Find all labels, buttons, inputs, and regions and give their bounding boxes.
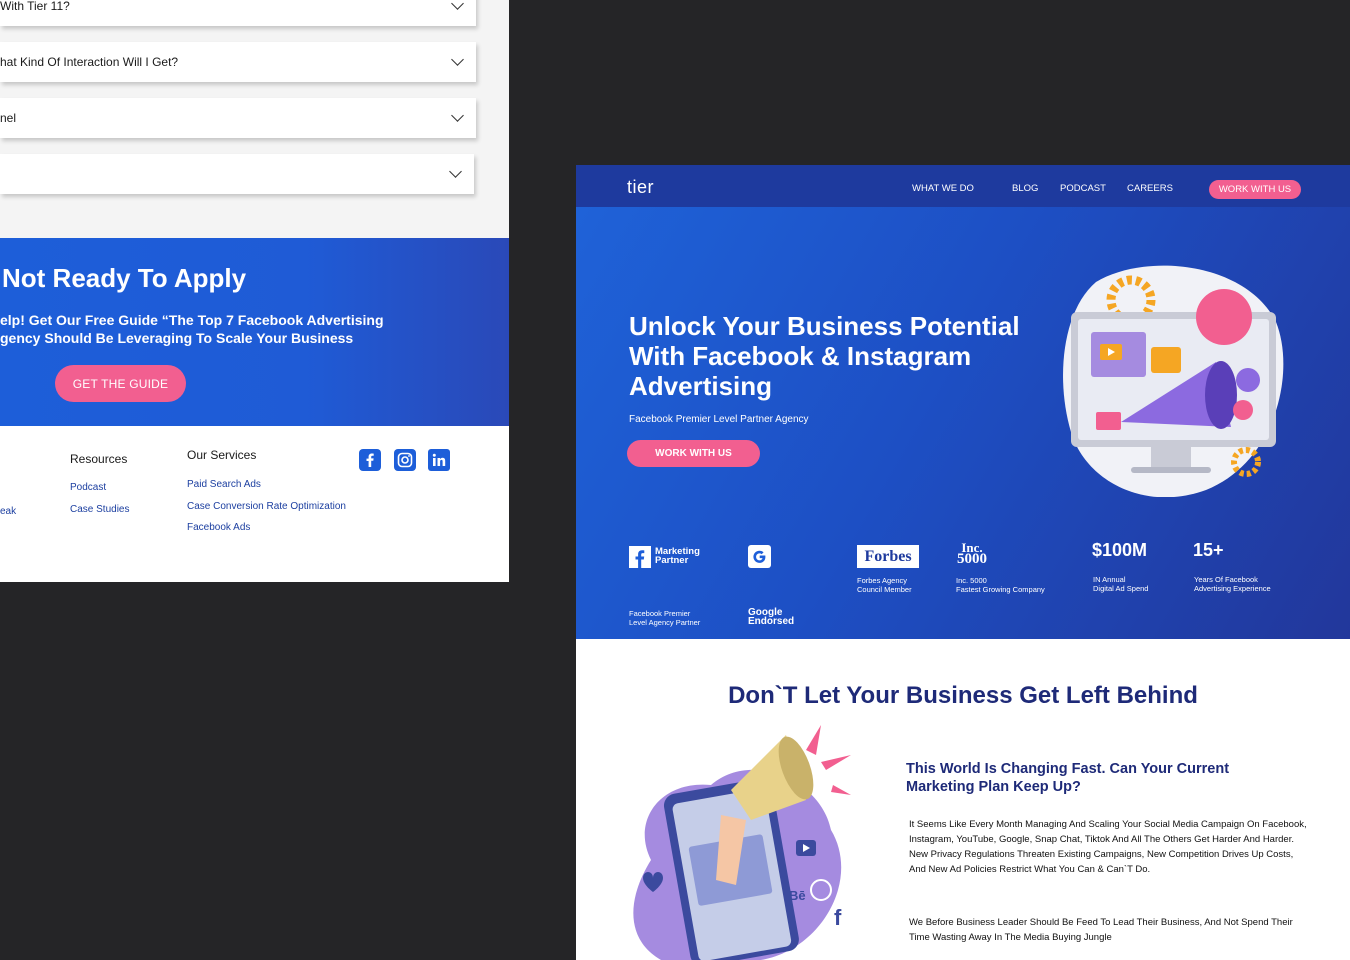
hero-section: Unlock Your Business Potential With Face… <box>576 207 1350 639</box>
inc-logo-line: 5000 <box>957 551 987 567</box>
caption-line: Level Agency Partner <box>629 618 701 627</box>
footer-link-cro[interactable]: Case Conversion Rate Optimization <box>187 501 346 512</box>
faq-question: With Tier 11? <box>0 0 70 13</box>
marketing-monitor-illustration <box>1063 265 1284 497</box>
chevron-down-icon[interactable] <box>449 165 462 178</box>
forbes-logo: Forbes <box>857 545 919 568</box>
faq-question: nel <box>0 111 17 125</box>
faq-item[interactable]: With Tier 11? <box>0 0 476 26</box>
google-icon <box>748 545 771 568</box>
caption-line: Council Member <box>857 585 912 594</box>
footer: eak Resources Podcast Case Studies Our S… <box>0 426 509 582</box>
google-endorsed-label: Google Endorsed <box>748 608 795 627</box>
fb-marketing-partner-label: Marketing Partner <box>655 547 700 566</box>
caption-line: Fastest Growing Company <box>956 585 1045 594</box>
footer-link-podcast[interactable]: Podcast <box>70 482 106 493</box>
nav-item-podcast[interactable]: PODCAST <box>1060 183 1106 194</box>
section-paragraph: We Before Business Leader Should Be Feed… <box>909 917 1293 943</box>
nav-item-blog[interactable]: BLOG <box>1012 183 1038 194</box>
fb-badge-caption: Facebook Premier Level Agency Partner <box>629 609 700 627</box>
phone-megaphone-illustration: Bē f <box>633 725 851 960</box>
resources-heading: Resources <box>70 452 128 466</box>
right-page-panel: tier WHAT WE DO BLOG PODCAST CAREERS WOR… <box>576 165 1350 960</box>
guide-cta-section: Not Ready To Apply elp! Get Our Free Gui… <box>0 238 509 426</box>
cta-title: Not Ready To Apply <box>2 263 247 293</box>
section-paragraph: It Seems Like Every Month Managing And S… <box>909 819 1307 875</box>
instagram-icon[interactable] <box>394 449 416 471</box>
facebook-icon <box>629 546 651 568</box>
caption-line: Digital Ad Spend <box>1093 584 1149 593</box>
footer-link-case-studies[interactable]: Case Studies <box>70 504 129 515</box>
linkedin-icon[interactable] <box>428 449 450 471</box>
svg-text:f: f <box>834 905 842 930</box>
get-the-guide-button[interactable]: GET THE GUIDE <box>55 365 186 402</box>
cta-text-line: elp! Get Our Free Guide “The Top 7 Faceb… <box>0 312 384 328</box>
facebook-icon[interactable] <box>359 449 381 471</box>
stat-ad-spend-caption: IN Annual Digital Ad Spend <box>1093 575 1148 593</box>
caption-line: Inc. 5000 <box>956 576 987 585</box>
nav-item-careers[interactable]: CAREERS <box>1127 183 1173 194</box>
services-heading: Our Services <box>187 448 257 462</box>
chevron-down-icon[interactable] <box>451 109 464 122</box>
section-subtitle: This World Is Changing Fast. Can Your Cu… <box>906 761 1230 795</box>
site-logo[interactable]: tier <box>627 177 654 198</box>
caption-line: Endorsed <box>748 616 795 627</box>
cta-text: elp! Get Our Free Guide “The Top 7 Faceb… <box>0 311 384 347</box>
caption-line: Forbes Agency <box>857 576 908 585</box>
nav-work-with-us-button[interactable]: WORK WITH US <box>1209 180 1301 199</box>
faq-item[interactable] <box>0 154 474 194</box>
hero-subtitle: Facebook Premier Level Partner Agency <box>629 414 809 425</box>
stat-years-caption: Years Of Facebook Advertising Experience <box>1194 575 1271 593</box>
inc-5000-logo: Inc. 5000 <box>957 541 987 567</box>
faq-item[interactable]: nel <box>0 98 476 138</box>
faq-item[interactable]: hat Kind Of Interaction Will I Get? <box>0 42 476 82</box>
fb-label-line: Partner <box>655 555 689 566</box>
footer-link[interactable]: eak <box>0 506 16 517</box>
svg-text:Bē: Bē <box>789 888 806 903</box>
footer-link-facebook-ads[interactable]: Facebook Ads <box>187 522 250 533</box>
nav-item-what-we-do[interactable]: WHAT WE DO <box>912 183 974 194</box>
inc-caption: Inc. 5000 Fastest Growing Company <box>956 576 1045 594</box>
hero-title: Unlock Your Business Potential With Face… <box>629 311 1020 401</box>
stat-ad-spend-value: $100M <box>1092 540 1148 560</box>
left-page-panel: With Tier 11? hat Kind Of Interaction Wi… <box>0 0 509 582</box>
caption-line: IN Annual <box>1093 575 1126 584</box>
chevron-down-icon[interactable] <box>451 53 464 66</box>
chevron-down-icon[interactable] <box>451 0 464 10</box>
hero-work-with-us-button[interactable]: WORK WITH US <box>627 440 760 467</box>
footer-link-paid-search[interactable]: Paid Search Ads <box>187 479 261 490</box>
caption-line: Advertising Experience <box>1194 584 1271 593</box>
forbes-caption: Forbes Agency Council Member <box>857 576 912 594</box>
cta-text-line: gency Should Be Leveraging To Scale Your… <box>0 330 354 346</box>
section-title: Don`T Let Your Business Get Left Behind <box>728 682 1198 709</box>
top-nav: tier WHAT WE DO BLOG PODCAST CAREERS WOR… <box>576 165 1350 207</box>
faq-question: hat Kind Of Interaction Will I Get? <box>0 55 179 69</box>
caption-line: Years Of Facebook <box>1194 575 1258 584</box>
stat-years-value: 15+ <box>1193 540 1224 560</box>
caption-line: Facebook Premier <box>629 609 691 618</box>
